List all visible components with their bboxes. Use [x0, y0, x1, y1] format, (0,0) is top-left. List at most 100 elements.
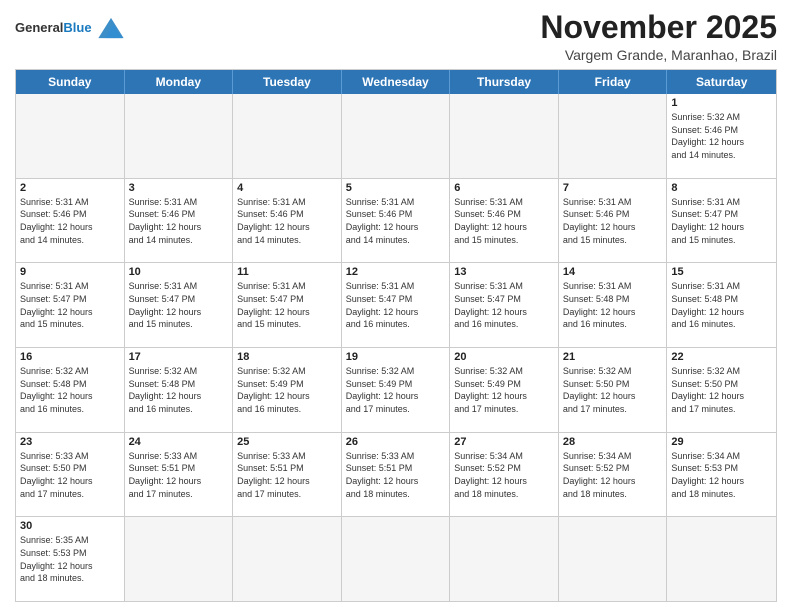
calendar-cell: 25 Sunrise: 5:33 AM Sunset: 5:51 PM Dayli…: [233, 433, 342, 517]
cell-info: Sunrise: 5:34 AM Sunset: 5:52 PM Dayligh…: [563, 450, 663, 500]
day-number: 25: [237, 436, 337, 448]
day-number: 7: [563, 182, 663, 194]
day-number: 12: [346, 266, 446, 278]
calendar-row-4: 23 Sunrise: 5:33 AM Sunset: 5:50 PM Dayli…: [16, 432, 776, 517]
cell-info: Sunrise: 5:31 AM Sunset: 5:47 PM Dayligh…: [346, 280, 446, 330]
logo-general: General: [15, 20, 63, 35]
header-day-thursday: Thursday: [450, 70, 559, 94]
day-number: 20: [454, 351, 554, 363]
calendar-cell: [233, 94, 342, 178]
cell-info: Sunrise: 5:33 AM Sunset: 5:51 PM Dayligh…: [237, 450, 337, 500]
day-number: 17: [129, 351, 229, 363]
calendar-cell: [233, 517, 342, 601]
day-number: 1: [671, 97, 772, 109]
cell-info: Sunrise: 5:31 AM Sunset: 5:46 PM Dayligh…: [563, 196, 663, 246]
cell-info: Sunrise: 5:34 AM Sunset: 5:53 PM Dayligh…: [671, 450, 772, 500]
cell-info: Sunrise: 5:31 AM Sunset: 5:46 PM Dayligh…: [20, 196, 120, 246]
calendar-cell: 20 Sunrise: 5:32 AM Sunset: 5:49 PM Dayli…: [450, 348, 559, 432]
day-number: 16: [20, 351, 120, 363]
header-day-friday: Friday: [559, 70, 668, 94]
calendar-cell: 15 Sunrise: 5:31 AM Sunset: 5:48 PM Dayli…: [667, 263, 776, 347]
calendar-cell: 26 Sunrise: 5:33 AM Sunset: 5:51 PM Dayli…: [342, 433, 451, 517]
calendar-cell: [16, 94, 125, 178]
header: GeneralBlue November 2025 Vargem Grande,…: [15, 10, 777, 63]
day-number: 26: [346, 436, 446, 448]
calendar-row-1: 2 Sunrise: 5:31 AM Sunset: 5:46 PM Daylig…: [16, 178, 776, 263]
cell-info: Sunrise: 5:31 AM Sunset: 5:47 PM Dayligh…: [237, 280, 337, 330]
calendar-row-3: 16 Sunrise: 5:32 AM Sunset: 5:48 PM Dayli…: [16, 347, 776, 432]
calendar-cell: 12 Sunrise: 5:31 AM Sunset: 5:47 PM Dayli…: [342, 263, 451, 347]
cell-info: Sunrise: 5:34 AM Sunset: 5:52 PM Dayligh…: [454, 450, 554, 500]
calendar-cell: 21 Sunrise: 5:32 AM Sunset: 5:50 PM Dayli…: [559, 348, 668, 432]
calendar-cell: [125, 94, 234, 178]
cell-info: Sunrise: 5:31 AM Sunset: 5:46 PM Dayligh…: [454, 196, 554, 246]
calendar-cell: 16 Sunrise: 5:32 AM Sunset: 5:48 PM Dayli…: [16, 348, 125, 432]
day-number: 15: [671, 266, 772, 278]
cell-info: Sunrise: 5:32 AM Sunset: 5:48 PM Dayligh…: [129, 365, 229, 415]
calendar-cell: [559, 94, 668, 178]
cell-info: Sunrise: 5:33 AM Sunset: 5:50 PM Dayligh…: [20, 450, 120, 500]
calendar-body: 1Sunrise: 5:32 AM Sunset: 5:46 PM Daylig…: [16, 94, 776, 601]
header-day-saturday: Saturday: [667, 70, 776, 94]
calendar-cell: 2 Sunrise: 5:31 AM Sunset: 5:46 PM Daylig…: [16, 179, 125, 263]
header-day-tuesday: Tuesday: [233, 70, 342, 94]
month-title: November 2025: [540, 10, 777, 45]
logo: GeneralBlue: [15, 14, 127, 42]
calendar-cell: [667, 517, 776, 601]
day-number: 29: [671, 436, 772, 448]
calendar-cell: 5Sunrise: 5:31 AM Sunset: 5:46 PM Daylig…: [342, 179, 451, 263]
day-number: 8: [671, 182, 772, 194]
calendar-cell: 19Sunrise: 5:32 AM Sunset: 5:49 PM Dayli…: [342, 348, 451, 432]
cell-info: Sunrise: 5:31 AM Sunset: 5:46 PM Dayligh…: [237, 196, 337, 246]
cell-info: Sunrise: 5:33 AM Sunset: 5:51 PM Dayligh…: [346, 450, 446, 500]
calendar-cell: 18 Sunrise: 5:32 AM Sunset: 5:49 PM Dayli…: [233, 348, 342, 432]
title-block: November 2025 Vargem Grande, Maranhao, B…: [540, 10, 777, 63]
day-number: 27: [454, 436, 554, 448]
calendar-row-0: 1Sunrise: 5:32 AM Sunset: 5:46 PM Daylig…: [16, 94, 776, 178]
calendar-cell: 1Sunrise: 5:32 AM Sunset: 5:46 PM Daylig…: [667, 94, 776, 178]
logo-text: GeneralBlue: [15, 21, 92, 36]
day-number: 13: [454, 266, 554, 278]
day-number: 18: [237, 351, 337, 363]
cell-info: Sunrise: 5:32 AM Sunset: 5:50 PM Dayligh…: [671, 365, 772, 415]
cell-info: Sunrise: 5:32 AM Sunset: 5:49 PM Dayligh…: [237, 365, 337, 415]
day-number: 11: [237, 266, 337, 278]
calendar-cell: 22 Sunrise: 5:32 AM Sunset: 5:50 PM Dayli…: [667, 348, 776, 432]
day-number: 14: [563, 266, 663, 278]
cell-info: Sunrise: 5:33 AM Sunset: 5:51 PM Dayligh…: [129, 450, 229, 500]
header-day-monday: Monday: [125, 70, 234, 94]
day-number: 2: [20, 182, 120, 194]
page: GeneralBlue November 2025 Vargem Grande,…: [0, 0, 792, 612]
cell-info: Sunrise: 5:31 AM Sunset: 5:47 PM Dayligh…: [20, 280, 120, 330]
calendar: SundayMondayTuesdayWednesdayThursdayFrid…: [15, 69, 777, 602]
cell-info: Sunrise: 5:35 AM Sunset: 5:53 PM Dayligh…: [20, 534, 120, 584]
header-day-wednesday: Wednesday: [342, 70, 451, 94]
location: Vargem Grande, Maranhao, Brazil: [540, 47, 777, 63]
calendar-cell: 23 Sunrise: 5:33 AM Sunset: 5:50 PM Dayli…: [16, 433, 125, 517]
calendar-cell: 4Sunrise: 5:31 AM Sunset: 5:46 PM Daylig…: [233, 179, 342, 263]
day-number: 9: [20, 266, 120, 278]
calendar-cell: 17 Sunrise: 5:32 AM Sunset: 5:48 PM Dayli…: [125, 348, 234, 432]
day-number: 5: [346, 182, 446, 194]
calendar-cell: [342, 94, 451, 178]
calendar-cell: [342, 517, 451, 601]
cell-info: Sunrise: 5:31 AM Sunset: 5:48 PM Dayligh…: [563, 280, 663, 330]
calendar-cell: [125, 517, 234, 601]
day-number: 10: [129, 266, 229, 278]
calendar-cell: [450, 94, 559, 178]
day-number: 21: [563, 351, 663, 363]
cell-info: Sunrise: 5:32 AM Sunset: 5:50 PM Dayligh…: [563, 365, 663, 415]
cell-info: Sunrise: 5:31 AM Sunset: 5:47 PM Dayligh…: [671, 196, 772, 246]
calendar-row-5: 30Sunrise: 5:35 AM Sunset: 5:53 PM Dayli…: [16, 516, 776, 601]
cell-info: Sunrise: 5:31 AM Sunset: 5:48 PM Dayligh…: [671, 280, 772, 330]
calendar-cell: 3Sunrise: 5:31 AM Sunset: 5:46 PM Daylig…: [125, 179, 234, 263]
logo-icon: [95, 14, 127, 42]
cell-info: Sunrise: 5:32 AM Sunset: 5:48 PM Dayligh…: [20, 365, 120, 415]
calendar-cell: 29 Sunrise: 5:34 AM Sunset: 5:53 PM Dayli…: [667, 433, 776, 517]
cell-info: Sunrise: 5:32 AM Sunset: 5:49 PM Dayligh…: [454, 365, 554, 415]
calendar-cell: 13Sunrise: 5:31 AM Sunset: 5:47 PM Dayli…: [450, 263, 559, 347]
day-number: 22: [671, 351, 772, 363]
day-number: 24: [129, 436, 229, 448]
day-number: 23: [20, 436, 120, 448]
calendar-cell: 24 Sunrise: 5:33 AM Sunset: 5:51 PM Dayli…: [125, 433, 234, 517]
